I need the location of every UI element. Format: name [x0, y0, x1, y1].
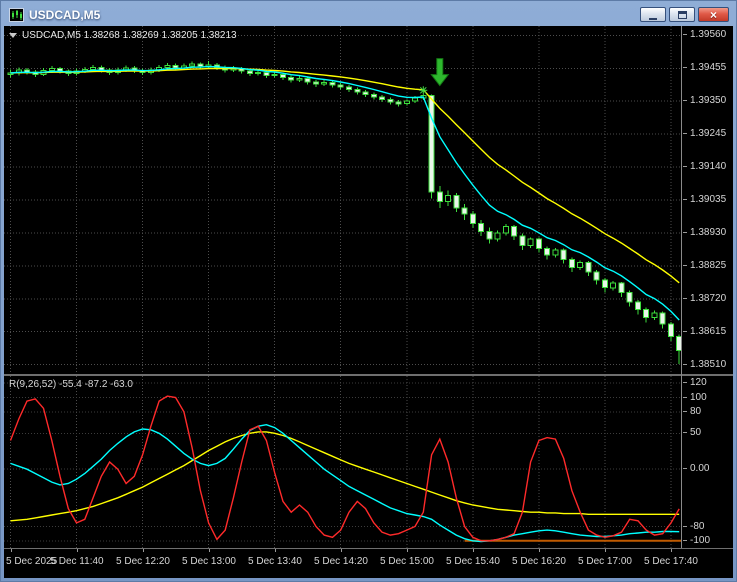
time-axis-tick	[275, 549, 276, 552]
time-axis-tick	[407, 549, 408, 552]
price-axis-label: 1.39560	[682, 30, 726, 40]
price-axis-label: 1.38720	[682, 294, 726, 304]
chart-client-area: USDCAD,M5 1.38268 1.38269 1.38205 1.3821…	[4, 26, 733, 578]
main-chart-pane[interactable]: USDCAD,M5 1.38268 1.38269 1.38205 1.3821…	[4, 26, 681, 374]
time-axis-label: 5 Dec 17:40	[644, 556, 698, 567]
chevron-down-icon[interactable]	[9, 33, 17, 38]
chart-window-icon	[9, 8, 24, 22]
window-title: USDCAD,M5	[29, 8, 100, 22]
time-axis-tick	[209, 549, 210, 552]
indicator-axis-label: 80	[682, 407, 701, 417]
time-axis-tick	[143, 549, 144, 552]
quote-line: USDCAD,M5 1.38268 1.38269 1.38205 1.3821…	[9, 30, 237, 41]
price-axis[interactable]: 1.39560 1.39455 1.39350 1.39245 1.39140 1.390…	[681, 26, 733, 548]
time-axis-label: 5 Dec 12:20	[116, 556, 170, 567]
price-axis-label: 1.38930	[682, 228, 726, 238]
price-axis-label: 1.39140	[682, 162, 726, 172]
window-titlebar[interactable]: USDCAD,M5 ×	[4, 0, 733, 26]
time-axis-label: 5 Dec 15:40	[446, 556, 500, 567]
indicator-label: R(9,26,52) -55.4 -87.2 -63.0	[9, 379, 133, 390]
minimize-button[interactable]	[640, 7, 666, 22]
indicator-axis-label: -80	[682, 522, 704, 532]
indicator-axis-label: 120	[682, 378, 707, 388]
indicator-axis-label: -100	[682, 536, 710, 546]
price-axis-label: 1.38510	[682, 360, 726, 370]
close-button[interactable]: ×	[698, 7, 729, 22]
main-chart-canvas[interactable]	[4, 26, 681, 374]
time-axis-tick	[341, 549, 342, 552]
time-axis-tick	[11, 549, 12, 552]
price-axis-label: 1.39455	[682, 63, 726, 73]
indicator-axis-label: 0.00	[682, 464, 709, 474]
price-axis-label: 1.38825	[682, 261, 726, 271]
restore-button[interactable]	[669, 7, 695, 22]
time-axis-tick	[473, 549, 474, 552]
indicator-axis-label: 50	[682, 428, 701, 438]
time-axis-label: 5 Dec 13:00	[182, 556, 236, 567]
chart-window: USDCAD,M5 × USDCAD,M5 1.38268 1.38269 1.…	[0, 0, 737, 582]
window-controls: ×	[640, 7, 731, 22]
time-axis-label: 5 Dec 15:00	[380, 556, 434, 567]
time-axis-tick	[671, 549, 672, 552]
restore-icon	[678, 11, 687, 19]
time-axis-tick	[605, 549, 606, 552]
price-axis-label: 1.39035	[682, 195, 726, 205]
time-axis-label: 5 Dec 17:00	[578, 556, 632, 567]
time-axis-tick	[539, 549, 540, 552]
time-axis-label: 5 Dec 13:40	[248, 556, 302, 567]
indicator-canvas[interactable]	[4, 376, 681, 548]
minimize-icon	[649, 18, 657, 20]
indicator-pane[interactable]: R(9,26,52) -55.4 -87.2 -63.0	[4, 376, 681, 548]
time-axis-label: 5 Dec 14:20	[314, 556, 368, 567]
time-axis-label: 5 Dec 11:40	[50, 556, 103, 567]
price-axis-label: 1.39245	[682, 129, 726, 139]
price-axis-label: 1.38615	[682, 327, 726, 337]
indicator-axis-label: 100	[682, 393, 707, 403]
time-axis[interactable]: 5 Dec 20255 Dec 11:405 Dec 12:205 Dec 13…	[4, 549, 733, 578]
price-axis-label: 1.39350	[682, 96, 726, 106]
ohlc-info-text: USDCAD,M5 1.38268 1.38269 1.38205 1.3821…	[22, 30, 237, 41]
time-axis-tick	[77, 549, 78, 552]
time-axis-label: 5 Dec 16:20	[512, 556, 566, 567]
